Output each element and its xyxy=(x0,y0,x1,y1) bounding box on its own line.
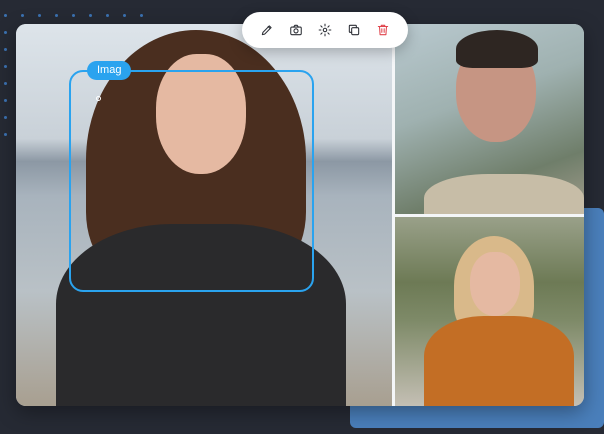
selection-box[interactable] xyxy=(69,70,314,292)
settings-button[interactable] xyxy=(314,19,336,41)
decorative-dot xyxy=(4,65,7,68)
delete-button[interactable] xyxy=(372,19,394,41)
decorative-dot xyxy=(72,14,75,17)
decorative-dot xyxy=(4,82,7,85)
collage-divider xyxy=(394,214,584,217)
decorative-dot xyxy=(89,14,92,17)
decorative-dot xyxy=(38,14,41,17)
trash-icon xyxy=(378,24,389,36)
decorative-dot xyxy=(4,48,7,51)
camera-icon xyxy=(290,24,302,36)
resize-handle[interactable] xyxy=(96,96,101,101)
duplicate-button[interactable] xyxy=(343,19,365,41)
decorative-dot xyxy=(140,14,143,17)
decorative-dot xyxy=(21,14,24,17)
photo-girl-in-coat[interactable] xyxy=(394,216,584,406)
decorative-dot xyxy=(4,99,7,102)
decorative-dot xyxy=(4,116,7,119)
copy-icon xyxy=(348,24,360,36)
pencil-icon xyxy=(261,25,272,36)
decorative-dot xyxy=(106,14,109,17)
selection-label: Imag xyxy=(87,61,132,80)
decorative-dot xyxy=(55,14,58,17)
floating-toolbar xyxy=(242,12,408,48)
face-shape xyxy=(470,252,520,316)
sweater-shape xyxy=(424,174,584,216)
edit-button[interactable] xyxy=(256,19,278,41)
hair-shape xyxy=(456,30,538,68)
decorative-dot xyxy=(4,14,7,17)
coat-shape xyxy=(424,316,574,406)
photo-young-man[interactable] xyxy=(394,24,584,216)
gear-icon xyxy=(318,23,332,37)
camera-button[interactable] xyxy=(285,19,307,41)
decorative-dot xyxy=(123,14,126,17)
decorative-dot xyxy=(4,133,7,136)
decorative-dot xyxy=(4,31,7,34)
